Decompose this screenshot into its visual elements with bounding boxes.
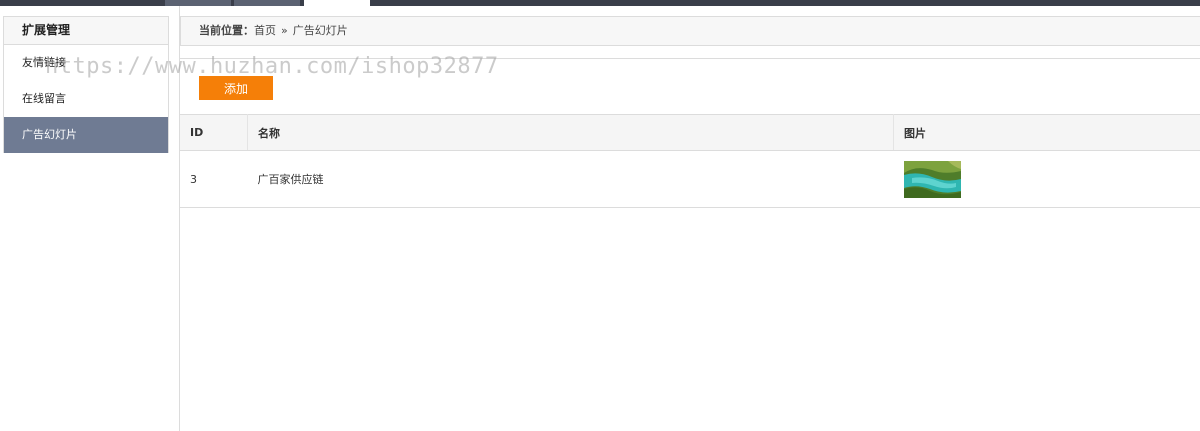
sidebar-item-ad-slides[interactable]: 广告幻灯片 <box>4 117 168 153</box>
breadcrumb-current: 广告幻灯片 <box>292 24 348 37</box>
slide-thumbnail-image[interactable] <box>903 160 961 198</box>
sidebar: 扩展管理 友情链接 在线留言 广告幻灯片 <box>0 6 180 431</box>
breadcrumb-home-link[interactable]: 首页 <box>254 24 276 37</box>
sidebar-menu: 友情链接 在线留言 广告幻灯片 <box>3 45 169 153</box>
column-header-id: ID <box>180 114 248 151</box>
cell-name: 广百家供应链 <box>247 150 894 208</box>
sidebar-item-messages[interactable]: 在线留言 <box>4 81 168 117</box>
add-button[interactable]: 添加 <box>199 76 273 100</box>
sidebar-item-friend-links[interactable]: 友情链接 <box>4 45 168 81</box>
toolbar: 添加 <box>180 58 1200 114</box>
column-header-image: 图片 <box>893 114 1200 151</box>
breadcrumb-separator: » <box>281 24 288 37</box>
column-header-name: 名称 <box>247 114 894 151</box>
top-nav-bar <box>0 0 1200 6</box>
sidebar-title: 扩展管理 <box>3 16 169 45</box>
slides-table: ID 名称 图片 3 广百家供应链 <box>180 114 1200 208</box>
breadcrumb-label: 当前位置： <box>199 24 254 37</box>
table-row[interactable]: 3 广百家供应链 <box>180 150 1200 208</box>
cell-image <box>893 150 1200 208</box>
top-nav-tab[interactable] <box>234 0 300 6</box>
cell-id: 3 <box>180 150 248 208</box>
top-nav-tab-active[interactable] <box>304 0 370 6</box>
table-header-row: ID 名称 图片 <box>180 114 1200 151</box>
breadcrumb: 当前位置：首页 » 广告幻灯片 <box>180 16 1200 46</box>
